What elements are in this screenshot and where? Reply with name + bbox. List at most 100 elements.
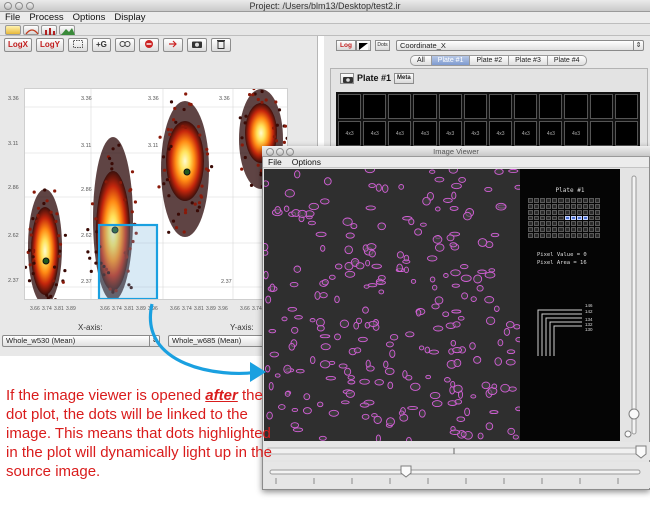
mini-plate-well[interactable] [534,209,540,215]
mini-plate-well[interactable] [570,198,576,203]
histogram-view-button[interactable] [5,25,21,35]
plate-well[interactable] [564,94,588,119]
plate-dots-button[interactable]: Dots [375,40,390,51]
mini-plate-well[interactable] [558,209,564,215]
mini-plate-well[interactable] [528,233,534,238]
mini-plate-well[interactable] [546,233,552,238]
mini-plate-well[interactable] [546,198,552,203]
mini-plate-well[interactable] [582,209,588,215]
horizontal-scrollbar[interactable] [264,442,650,460]
mini-plate-well[interactable] [564,209,570,215]
mini-plate-well[interactable] [588,198,594,203]
mini-plate-well[interactable] [528,209,534,215]
zoom-slider[interactable] [264,462,650,488]
mini-plate-well[interactable] [540,198,546,203]
mini-plate-well[interactable] [540,221,546,227]
mini-plate-well[interactable] [540,233,546,238]
plate-well[interactable] [589,121,613,146]
plate-well[interactable]: 4x3 [438,121,462,146]
mini-plate-well[interactable] [594,209,600,215]
export-button[interactable] [162,38,183,52]
menu-file[interactable]: File [5,12,20,23]
mini-plate-well[interactable] [528,227,534,233]
link-gate-button[interactable] [114,38,135,52]
meta-button[interactable]: Meta [394,72,414,84]
tab-all[interactable]: All [410,55,431,66]
plate-well[interactable] [488,94,513,119]
mini-plate-well[interactable] [534,198,540,203]
mini-plate-well[interactable] [570,209,576,215]
mini-plate-well[interactable] [564,215,570,221]
mini-plate-well[interactable] [528,221,534,227]
plate-well[interactable]: 4x3 [488,121,513,146]
mini-plate-well[interactable] [588,203,594,209]
mini-plate-well[interactable] [588,221,594,227]
mini-plate-well[interactable] [546,221,552,227]
iv-menu-file[interactable]: File [268,157,282,167]
viewer-mini-plate[interactable] [528,198,600,238]
mini-plate-well[interactable] [582,221,588,227]
plate-well[interactable]: 4x3 [539,121,563,146]
tab-plate-3[interactable]: Plate #3 [508,55,547,66]
plate-well[interactable] [363,94,387,119]
clear-selection-button[interactable] [138,38,159,52]
dot-plot-canvas[interactable]: 3.36 3.36 3.36 3.11 3.11 2.86 2.62 2.37 … [25,89,288,300]
mini-plate-well[interactable] [588,227,594,233]
mini-plate-well[interactable] [552,203,558,209]
mini-plate-well[interactable] [546,203,552,209]
slider-thumb[interactable] [628,408,640,420]
mini-plate-well[interactable] [528,203,534,209]
mini-plate-well[interactable] [576,215,582,221]
mini-plate-well[interactable] [534,233,540,238]
source-image[interactable] [264,169,520,441]
mini-plate-well[interactable] [546,215,552,221]
dot-plot[interactable]: 3.36 3.36 3.36 3.11 3.11 2.86 2.62 2.37 … [24,88,288,300]
plate-well[interactable]: 4x3 [413,121,437,146]
mini-plate-well[interactable] [546,227,552,233]
add-gate-button[interactable]: +G [92,38,111,52]
mini-plate-well[interactable] [594,221,600,227]
mini-plate-well[interactable] [534,221,540,227]
plate-well[interactable] [413,94,437,119]
mini-plate-well[interactable] [576,198,582,203]
mini-plate-well[interactable] [552,227,558,233]
plate-well[interactable] [463,94,487,119]
plate-well[interactable]: 4x3 [514,121,538,146]
mini-plate-well[interactable] [540,215,546,221]
plate-well[interactable] [589,94,613,119]
plate-well[interactable] [514,94,538,119]
log-y-button[interactable]: LogY [36,38,64,52]
menu-options[interactable]: Options [73,12,106,23]
mini-plate-well[interactable] [582,215,588,221]
plate-well[interactable]: 4x3 [564,121,588,146]
mini-plate-well[interactable] [588,233,594,238]
contrast-slider[interactable] [622,172,646,438]
mini-plate-well[interactable] [540,209,546,215]
mini-plate-well[interactable] [564,203,570,209]
plate-snapshot-button[interactable] [340,72,354,84]
mini-plate-well[interactable] [540,203,546,209]
mini-plate-well[interactable] [582,233,588,238]
mini-plate-well[interactable] [570,233,576,238]
mini-plate-well[interactable] [570,227,576,233]
snapshot-button[interactable] [186,38,207,52]
plate-well[interactable] [539,94,563,119]
mini-plate-well[interactable] [564,227,570,233]
mini-plate-well[interactable] [558,221,564,227]
gate-button[interactable] [68,38,88,52]
plate-well[interactable]: 4x3 [463,121,487,146]
mini-plate-well[interactable] [546,209,552,215]
mountain-view-button[interactable] [59,25,75,35]
log-x-button[interactable]: LogX [4,38,32,52]
mini-plate-well[interactable] [594,203,600,209]
selection-gate[interactable] [97,223,159,299]
menu-process[interactable]: Process [29,12,63,23]
mini-plate-well[interactable] [558,203,564,209]
mini-plate-well[interactable] [564,233,570,238]
mini-plate-well[interactable] [528,198,534,203]
plate-well[interactable]: 4x3 [338,121,362,146]
mini-plate-well[interactable] [528,215,534,221]
mini-plate-well[interactable] [534,203,540,209]
plate-well[interactable] [438,94,462,119]
mini-plate-well[interactable] [594,215,600,221]
